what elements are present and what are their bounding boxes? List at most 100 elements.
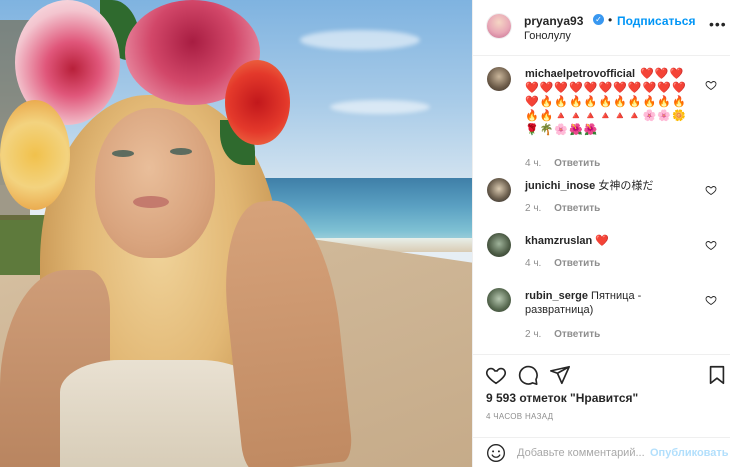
- emoji-smile-icon[interactable]: [486, 443, 506, 463]
- comment-body: khamzruslan ❤️: [525, 234, 705, 248]
- comments-list[interactable]: michaelpetrovofficial ❤️ ❤️ ❤️ ❤️ ❤️ ❤️ …: [473, 57, 730, 354]
- like-comment-heart-icon[interactable]: [705, 79, 717, 91]
- photo-eye-right: [170, 148, 192, 155]
- photo-lips: [133, 196, 169, 208]
- reply-button[interactable]: Ответить: [554, 203, 600, 214]
- comment-meta: 2 ч. Ответить: [525, 203, 600, 214]
- comment-emoji: ❤️: [525, 82, 539, 94]
- commenter-avatar[interactable]: [487, 233, 511, 257]
- comment-body: junichi_inose 女神の様だ: [525, 179, 705, 193]
- post-location[interactable]: Гонолулу: [524, 30, 571, 42]
- commenter-username[interactable]: khamzruslan: [525, 235, 592, 247]
- comment-time[interactable]: 4 ч.: [525, 258, 541, 269]
- comment-emoji: 🔥: [627, 96, 642, 108]
- comment-emoji: 🔥: [642, 96, 657, 108]
- like-heart-icon[interactable]: [485, 364, 507, 386]
- comment-emoji: ❤️: [613, 82, 627, 94]
- emoji-row: ❤️ 🔥 🔥 🔥 🔥 🔥 🔥 🔥 🔥 🔥 🔥: [525, 95, 705, 109]
- comment-emoji: 🔥: [539, 110, 554, 122]
- photo-flower-yellow: [0, 100, 70, 210]
- commenter-avatar[interactable]: [487, 288, 511, 312]
- post-timestamp[interactable]: 4 часов назад: [486, 412, 553, 421]
- instagram-post: pryanya93 ✓ • Подписаться Гонолулу ••• m…: [0, 0, 730, 467]
- comment-time[interactable]: 2 ч.: [525, 329, 541, 340]
- comment-emoji: 🔺: [569, 110, 583, 122]
- comment-meta: 4 ч. Ответить: [525, 258, 600, 269]
- comment-emoji: ❤️: [569, 82, 583, 94]
- comment-emoji: 🔥: [525, 110, 539, 122]
- commenter-username[interactable]: junichi_inose: [525, 180, 595, 192]
- comment-time[interactable]: 2 ч.: [525, 203, 541, 214]
- comment-emoji: 🔥: [539, 96, 554, 108]
- comment-emoji: 🔺: [627, 110, 642, 122]
- comment-emoji: 🌸: [642, 110, 657, 122]
- comment-body: rubin_serge Пятница - развратница): [525, 289, 700, 317]
- commenter-username[interactable]: michaelpetrovofficial: [525, 67, 635, 81]
- like-comment-heart-icon[interactable]: [705, 294, 717, 306]
- emoji-row: 🔥 🔥 🔺 🔺 🔺 🔺 🔺 🔺 🌸 🌸 🌼: [525, 109, 705, 123]
- more-options-icon[interactable]: •••: [709, 16, 727, 32]
- photo-eye-left: [112, 150, 134, 157]
- comment-time[interactable]: 4 ч.: [525, 158, 541, 169]
- comment-item: michaelpetrovofficial ❤️ ❤️ ❤️ ❤️ ❤️ ❤️ …: [487, 67, 717, 169]
- comment-bubble-icon[interactable]: [517, 364, 539, 386]
- photo-face: [95, 108, 215, 258]
- comment-emoji: ❤️: [583, 82, 598, 94]
- emoji-row: michaelpetrovofficial ❤️ ❤️ ❤️: [525, 67, 705, 81]
- emoji-row: 🌹 🌴 🌸 🌺 🌺: [525, 123, 705, 137]
- comment-emoji: 🔺: [583, 110, 598, 122]
- reply-button[interactable]: Ответить: [554, 158, 600, 169]
- photo-top: [60, 360, 260, 467]
- comment-emoji: 🔥: [657, 96, 672, 108]
- comment-emoji: 🔥: [554, 96, 569, 108]
- comment-text: 女神の様だ: [598, 180, 654, 192]
- author-avatar[interactable]: [487, 14, 511, 38]
- post-photo[interactable]: [0, 0, 472, 467]
- comment-emoji: 🔥: [583, 96, 598, 108]
- reply-button[interactable]: Ответить: [554, 329, 600, 340]
- reply-button[interactable]: Ответить: [554, 258, 600, 269]
- comment-emoji: ❤️: [525, 96, 539, 108]
- comment-meta: 4 ч. Ответить: [525, 158, 600, 169]
- comment-emoji: ❤️: [642, 82, 657, 94]
- comment-emoji: ❤️: [598, 82, 613, 94]
- comment-item: rubin_serge Пятница - развратница) 2 ч. …: [487, 288, 717, 344]
- comment-emoji: 🌺: [583, 124, 598, 136]
- comment-emoji: 🌸: [554, 124, 569, 136]
- comment-emoji: 🔺: [554, 110, 569, 122]
- commenter-avatar[interactable]: [487, 178, 511, 202]
- likes-count[interactable]: 9 593 отметок "Нравится": [486, 391, 638, 405]
- comment-emoji: 🔥: [598, 96, 613, 108]
- comment-emoji: ❤️: [672, 82, 686, 94]
- comment-emoji: 🔺: [598, 110, 613, 122]
- comment-emoji: 🔥: [672, 96, 686, 108]
- comment-item: khamzruslan ❤️ 4 ч. Ответить: [487, 233, 717, 273]
- comment-item: junichi_inose 女神の様だ 2 ч. Ответить: [487, 178, 717, 218]
- follow-button[interactable]: Подписаться: [617, 14, 695, 28]
- commenter-avatar[interactable]: [487, 67, 511, 91]
- comment-emoji: 🌺: [569, 124, 583, 136]
- author-username[interactable]: pryanya93: [524, 14, 583, 28]
- photo-flower-red: [225, 60, 290, 145]
- like-comment-heart-icon[interactable]: [705, 184, 717, 196]
- comment-emoji: 🌹: [525, 124, 539, 136]
- comment-emoji: ❤️: [657, 82, 672, 94]
- save-bookmark-icon[interactable]: [706, 364, 728, 386]
- share-paper-plane-icon[interactable]: [549, 364, 571, 386]
- comment-text: ❤️: [595, 235, 610, 247]
- publish-button[interactable]: Опубликовать: [650, 447, 729, 459]
- like-comment-heart-icon[interactable]: [705, 239, 717, 251]
- comment-emoji: ❤️: [669, 68, 684, 80]
- comment-emoji: ❤️: [554, 82, 569, 94]
- header-separator: •: [608, 13, 613, 27]
- comment-body: michaelpetrovofficial ❤️ ❤️ ❤️ ❤️ ❤️ ❤️ …: [525, 67, 705, 137]
- comment-emoji: ❤️: [640, 68, 654, 80]
- comment-meta: 2 ч. Ответить: [525, 329, 600, 340]
- verified-badge-icon: ✓: [593, 14, 604, 25]
- emoji-row: ❤️ ❤️ ❤️ ❤️ ❤️ ❤️ ❤️ ❤️ ❤️ ❤️ ❤️: [525, 81, 705, 95]
- comment-emoji: 🌸: [657, 110, 672, 122]
- comment-input[interactable]: [517, 443, 649, 463]
- commenter-username[interactable]: rubin_serge: [525, 290, 588, 302]
- comment-emoji: 🔥: [613, 96, 627, 108]
- comment-emoji: 🌼: [672, 110, 686, 122]
